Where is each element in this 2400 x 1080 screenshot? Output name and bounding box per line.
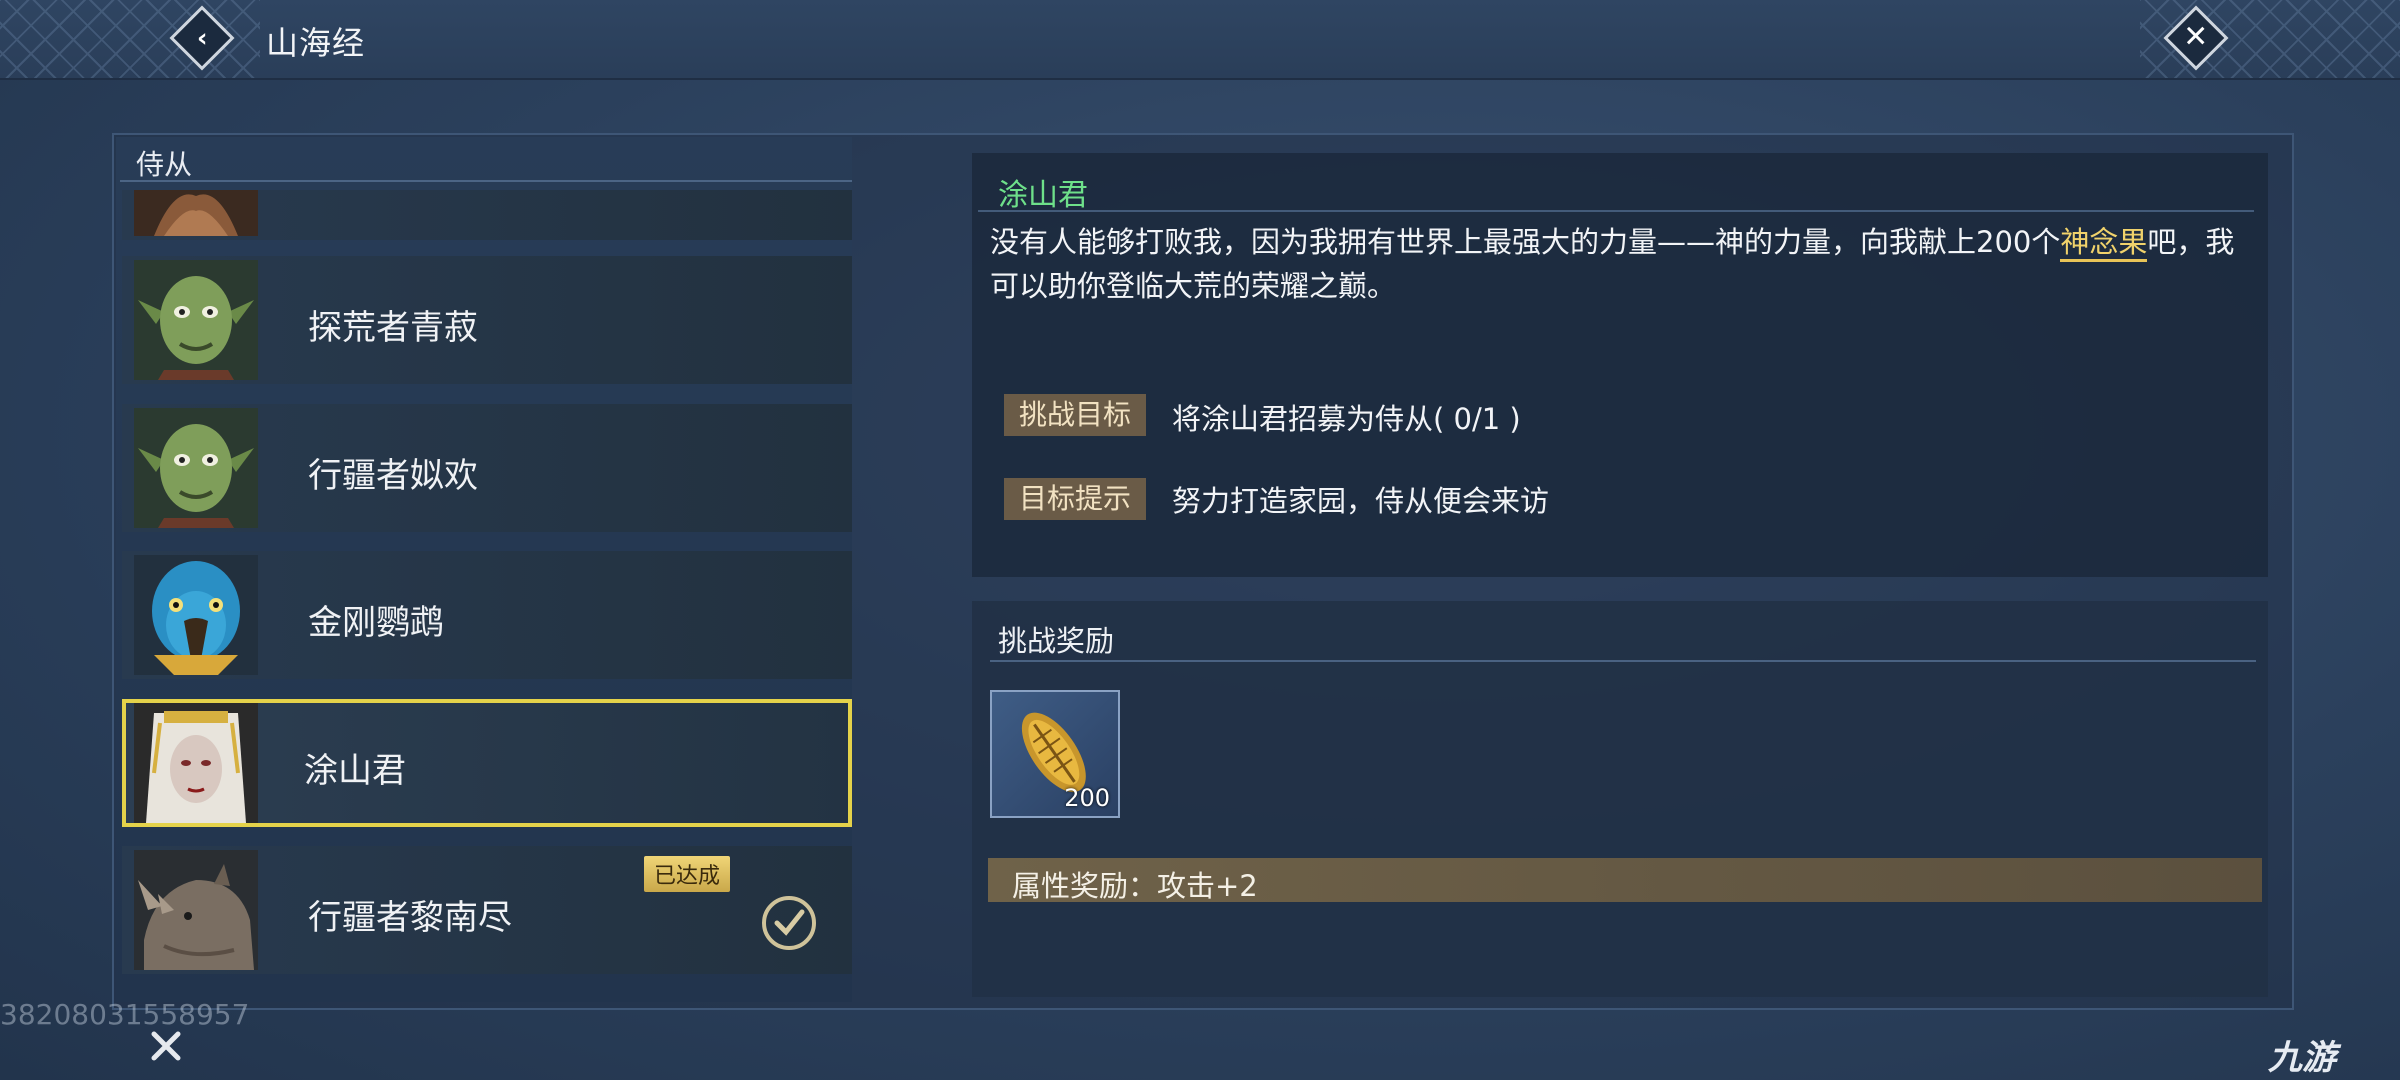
goal-label-tag: 挑战目标 xyxy=(1004,394,1146,436)
list-item-jingang-yingwu[interactable]: 金刚鹦鹉 xyxy=(122,551,852,679)
reward-item-slot[interactable]: 200 xyxy=(990,690,1120,818)
follower-name: 行疆者姒欢 xyxy=(308,456,478,496)
list-item-tanhuangzhe-qingshu[interactable]: 探荒者青菽 xyxy=(122,256,852,384)
list-item-partial[interactable] xyxy=(122,190,852,240)
page-title: 山海经 xyxy=(266,24,366,62)
hint-text: 努力打造家园，侍从便会来访 xyxy=(1172,484,1550,518)
list-item-xingjiangzhe-linanjin[interactable]: 行疆者黎南尽 已达成 xyxy=(122,846,852,974)
character-description: 没有人能够打败我，因为我拥有世界上最强大的力量——神的力量，向我献上200个神念… xyxy=(990,220,2250,308)
rhino-portrait xyxy=(134,850,258,970)
character-name-divider xyxy=(978,210,2254,212)
follower-name: 金刚鹦鹉 xyxy=(308,603,444,643)
reward-item-count: 200 xyxy=(1064,784,1110,812)
checkmark-icon xyxy=(762,896,816,950)
back-button[interactable]: ‹ xyxy=(169,5,235,71)
detail-panel xyxy=(972,153,2268,577)
player-id-watermark: 38208031558957 xyxy=(0,998,250,1031)
close-icon xyxy=(151,1031,181,1061)
follower-name: 探荒者青菽 xyxy=(308,308,478,348)
dismiss-button[interactable] xyxy=(144,1024,188,1068)
goal-text: 将涂山君招募为侍从( 0/1 ) xyxy=(1172,402,1521,436)
portrait-image xyxy=(134,190,258,236)
reward-title: 挑战奖励 xyxy=(998,624,1115,658)
reward-title-divider xyxy=(990,660,2256,662)
parrot-portrait xyxy=(134,555,258,675)
attribute-reward-text: 属性奖励：攻击+2 xyxy=(1012,869,1258,903)
completed-badge: 已达成 xyxy=(644,856,731,892)
logo-text: 九游 xyxy=(2268,1038,2336,1078)
list-header-divider xyxy=(120,180,852,182)
follower-list[interactable]: 探荒者青菽 行疆者姒欢 金刚鹦鹉 涂山君 行疆者黎南尽 已达成 xyxy=(120,190,852,980)
tushanjun-portrait xyxy=(134,703,258,823)
close-icon: ✕ xyxy=(2163,5,2229,71)
list-header: 侍从 xyxy=(136,148,193,181)
follower-name: 涂山君 xyxy=(304,751,406,791)
list-item-xingjiangzhe-sihuan[interactable]: 行疆者姒欢 xyxy=(122,404,852,532)
character-name: 涂山君 xyxy=(998,178,1088,213)
follower-name: 行疆者黎南尽 xyxy=(308,898,512,938)
hint-label-tag: 目标提示 xyxy=(1004,478,1146,520)
goblin-portrait xyxy=(134,260,258,380)
goblin-portrait xyxy=(134,408,258,528)
description-text: 没有人能够打败我，因为我拥有世界上最强大的力量——神的力量，向我献上200个 xyxy=(990,225,2061,259)
site-logo: 九游 xyxy=(2268,1030,2336,1079)
back-arrow-icon: ‹ xyxy=(169,5,235,71)
close-button[interactable]: ✕ xyxy=(2163,5,2229,71)
list-item-tushanjun[interactable]: 涂山君 xyxy=(122,699,852,827)
item-link-shennianguo[interactable]: 神念果 xyxy=(2060,225,2148,262)
